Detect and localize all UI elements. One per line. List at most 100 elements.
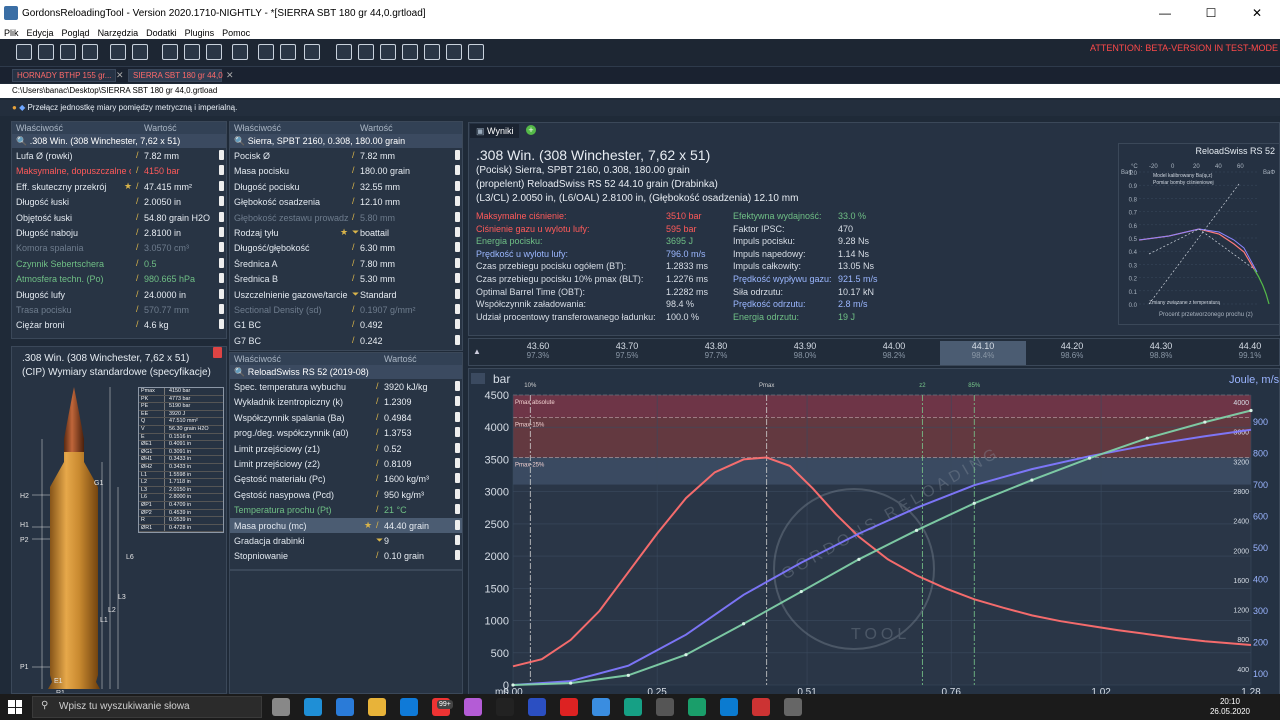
toolbar-button-icon-9[interactable] xyxy=(232,44,248,60)
bullet-row[interactable]: Długość/głębokość / 6.30 mm xyxy=(230,240,462,255)
property-value[interactable]: 0.242 xyxy=(360,336,383,346)
toolbar-button-icon-0[interactable] xyxy=(16,44,32,60)
menu-item-3[interactable]: Narzędzia xyxy=(94,28,143,38)
property-value[interactable]: 6.30 mm xyxy=(360,243,395,253)
powder-row[interactable]: Wykładnik izentropiczny (k) / 1.2309 xyxy=(230,394,462,409)
edit-pen-icon[interactable] xyxy=(455,150,460,160)
property-value[interactable]: 12.10 mm xyxy=(360,197,400,207)
taskbar-app-icon-16[interactable] xyxy=(784,698,802,716)
bullet-row[interactable]: Rodzaj tyłu ★ ⏷ boattail xyxy=(230,225,462,240)
menu-item-1[interactable]: Edycja xyxy=(23,28,58,38)
cartridge-row[interactable]: Czynnik Sebertschera / 0.5 xyxy=(12,256,226,271)
edit-pen-icon[interactable] xyxy=(455,257,460,268)
bullet-row[interactable]: G7 BC / 0.242 xyxy=(230,333,462,348)
edit-pen-icon[interactable] xyxy=(455,473,460,484)
cartridge-row[interactable]: Ciężar broni / 4.6 kg xyxy=(12,317,226,332)
powder-row[interactable]: Spec. temperatura wybuchu (Qex) / 3920 kJ/… xyxy=(230,379,462,394)
edit-pen-icon[interactable] xyxy=(455,180,460,191)
toolbar-button-icon-1[interactable] xyxy=(38,44,54,60)
add-tab-icon[interactable]: + xyxy=(526,125,536,135)
edit-pen-icon[interactable] xyxy=(455,381,460,391)
property-value[interactable]: 4.6 kg xyxy=(144,320,169,330)
property-value[interactable]: 7.82 mm xyxy=(144,151,179,161)
tab-results[interactable]: ▣ Wyniki xyxy=(470,124,520,138)
edit-pen-icon[interactable] xyxy=(455,519,460,530)
taskbar-app-icon-3[interactable] xyxy=(368,698,386,716)
menu-item-5[interactable]: Plugins xyxy=(181,28,219,38)
toolbar-button-icon-8[interactable] xyxy=(206,44,222,60)
property-value[interactable]: 3920 kJ/kg xyxy=(384,382,428,392)
menu-item-0[interactable]: Plik xyxy=(0,28,23,38)
edit-pen-icon[interactable] xyxy=(455,211,460,222)
property-value[interactable]: 1.3753 xyxy=(384,428,412,438)
cartridge-row[interactable]: Eff. skuteczny przekrój ★/ 47.415 mm² xyxy=(12,179,226,194)
edit-pen-icon[interactable] xyxy=(455,427,460,438)
ladder-cell[interactable]: 44.30 98.8% xyxy=(1118,341,1204,365)
ladder-cell[interactable]: 44.20 98.6% xyxy=(1029,341,1115,365)
powder-row[interactable]: Stopniowanie / 0.10 grain xyxy=(230,548,462,563)
toolbar-button-icon-18[interactable] xyxy=(446,44,462,60)
bullet-row[interactable]: Uszczelnienie gazowe/tarcie ⏷ Standard xyxy=(230,287,462,302)
taskbar-search[interactable]: ⚲ Wpisz tu wyszukiwanie słowa xyxy=(32,696,262,718)
taskbar-app-icon-11[interactable] xyxy=(624,698,642,716)
bullet-row[interactable]: Średnica A / 7.80 mm xyxy=(230,256,462,271)
toolbar-button-icon-11[interactable] xyxy=(280,44,296,60)
property-value[interactable]: 980.665 hPa xyxy=(144,274,195,284)
edit-pen-icon[interactable] xyxy=(455,303,460,314)
cartridge-row[interactable]: Objętość łuski / 54.80 grain H2O xyxy=(12,210,226,225)
edit-pen-icon[interactable] xyxy=(455,396,460,407)
edit-pen-icon[interactable] xyxy=(219,319,224,330)
property-value[interactable]: 0.492 xyxy=(360,320,383,330)
taskbar-app-icon-7[interactable] xyxy=(496,698,514,716)
ladder-cell[interactable]: 44.40 99.1% xyxy=(1207,341,1280,365)
toolbar-button-icon-7[interactable] xyxy=(184,44,200,60)
property-value[interactable]: 1.2309 xyxy=(384,397,412,407)
cartridge-row[interactable]: Maksymalne, dopuszczalne ciśnienie / 4150 … xyxy=(12,163,226,178)
property-value[interactable]: 9 xyxy=(384,536,389,546)
property-value[interactable]: 7.82 mm xyxy=(360,151,395,161)
tab-close-icon[interactable]: ✕ xyxy=(116,70,124,81)
edit-pen-icon[interactable] xyxy=(455,488,460,499)
edit-pen-icon[interactable] xyxy=(455,273,460,284)
bullet-row[interactable]: Masa pocisku / 180.00 grain xyxy=(230,163,462,178)
cartridge-row[interactable]: Trasa pocisku / 570.77 mm xyxy=(12,302,226,317)
edit-pen-icon[interactable] xyxy=(219,165,224,176)
property-value[interactable]: 3.0570 cm³ xyxy=(144,243,189,253)
unit-toggle-hint[interactable]: ● ◆ Przełącz jednostkę miary pomiędzy me… xyxy=(0,100,1280,116)
property-value[interactable]: 0.52 xyxy=(384,444,402,454)
taskbar-app-icon-0[interactable] xyxy=(272,698,290,716)
bullet-row[interactable]: G1 BC / 0.492 xyxy=(230,317,462,332)
taskbar-app-icon-8[interactable] xyxy=(528,698,546,716)
toolbar-button-icon-5[interactable] xyxy=(132,44,148,60)
menu-item-4[interactable]: Dodatki xyxy=(142,28,181,38)
bullet-row[interactable]: Głębokość zestawu prowadzącego/ 5.80 mm xyxy=(230,210,462,225)
property-value[interactable]: 0.8109 xyxy=(384,459,412,469)
toolbar-button-icon-19[interactable] xyxy=(468,44,484,60)
taskbar-app-icon-14[interactable] xyxy=(720,698,738,716)
toolbar-button-icon-3[interactable] xyxy=(82,44,98,60)
edit-pen-icon[interactable] xyxy=(219,242,224,253)
property-value[interactable]: 44.40 grain xyxy=(384,521,429,531)
toolbar-button-icon-13[interactable] xyxy=(336,44,352,60)
maximize-button[interactable]: ☐ xyxy=(1188,0,1234,26)
edit-pen-icon[interactable] xyxy=(455,242,460,253)
property-value[interactable]: 0.5 xyxy=(144,259,157,269)
ladder-cell[interactable]: 44.00 98.2% xyxy=(851,341,937,365)
powder-row[interactable]: Współczynnik spalania (Ba) / 0.4984 xyxy=(230,410,462,425)
edit-pen-icon[interactable] xyxy=(219,211,224,222)
edit-pen-icon[interactable] xyxy=(455,165,460,176)
ladder-cell[interactable]: 43.90 98.0% xyxy=(762,341,848,365)
taskbar-app-icon-9[interactable] xyxy=(560,698,578,716)
powder-row[interactable]: Gęstość nasypowa (Pcd) / 950 kg/m³ xyxy=(230,487,462,502)
powder-row[interactable]: Masa prochu (mc) ★/ 44.40 grain xyxy=(230,517,462,533)
taskbar-app-icon-13[interactable] xyxy=(688,698,706,716)
edit-pen-icon[interactable] xyxy=(219,257,224,268)
property-value[interactable]: 0.4984 xyxy=(384,413,412,423)
toolbar-button-icon-16[interactable] xyxy=(402,44,418,60)
property-value[interactable]: 4150 bar xyxy=(144,166,180,176)
property-value[interactable]: boattail xyxy=(360,228,389,238)
cartridge-row[interactable]: Lufa Ø (rowki) / 7.82 mm xyxy=(12,148,226,163)
ladder-up-icon[interactable]: ▲ xyxy=(473,347,481,356)
edit-pen-icon[interactable] xyxy=(455,319,460,330)
powder-row[interactable]: Limit przejściowy (z1) / 0.52 xyxy=(230,441,462,456)
